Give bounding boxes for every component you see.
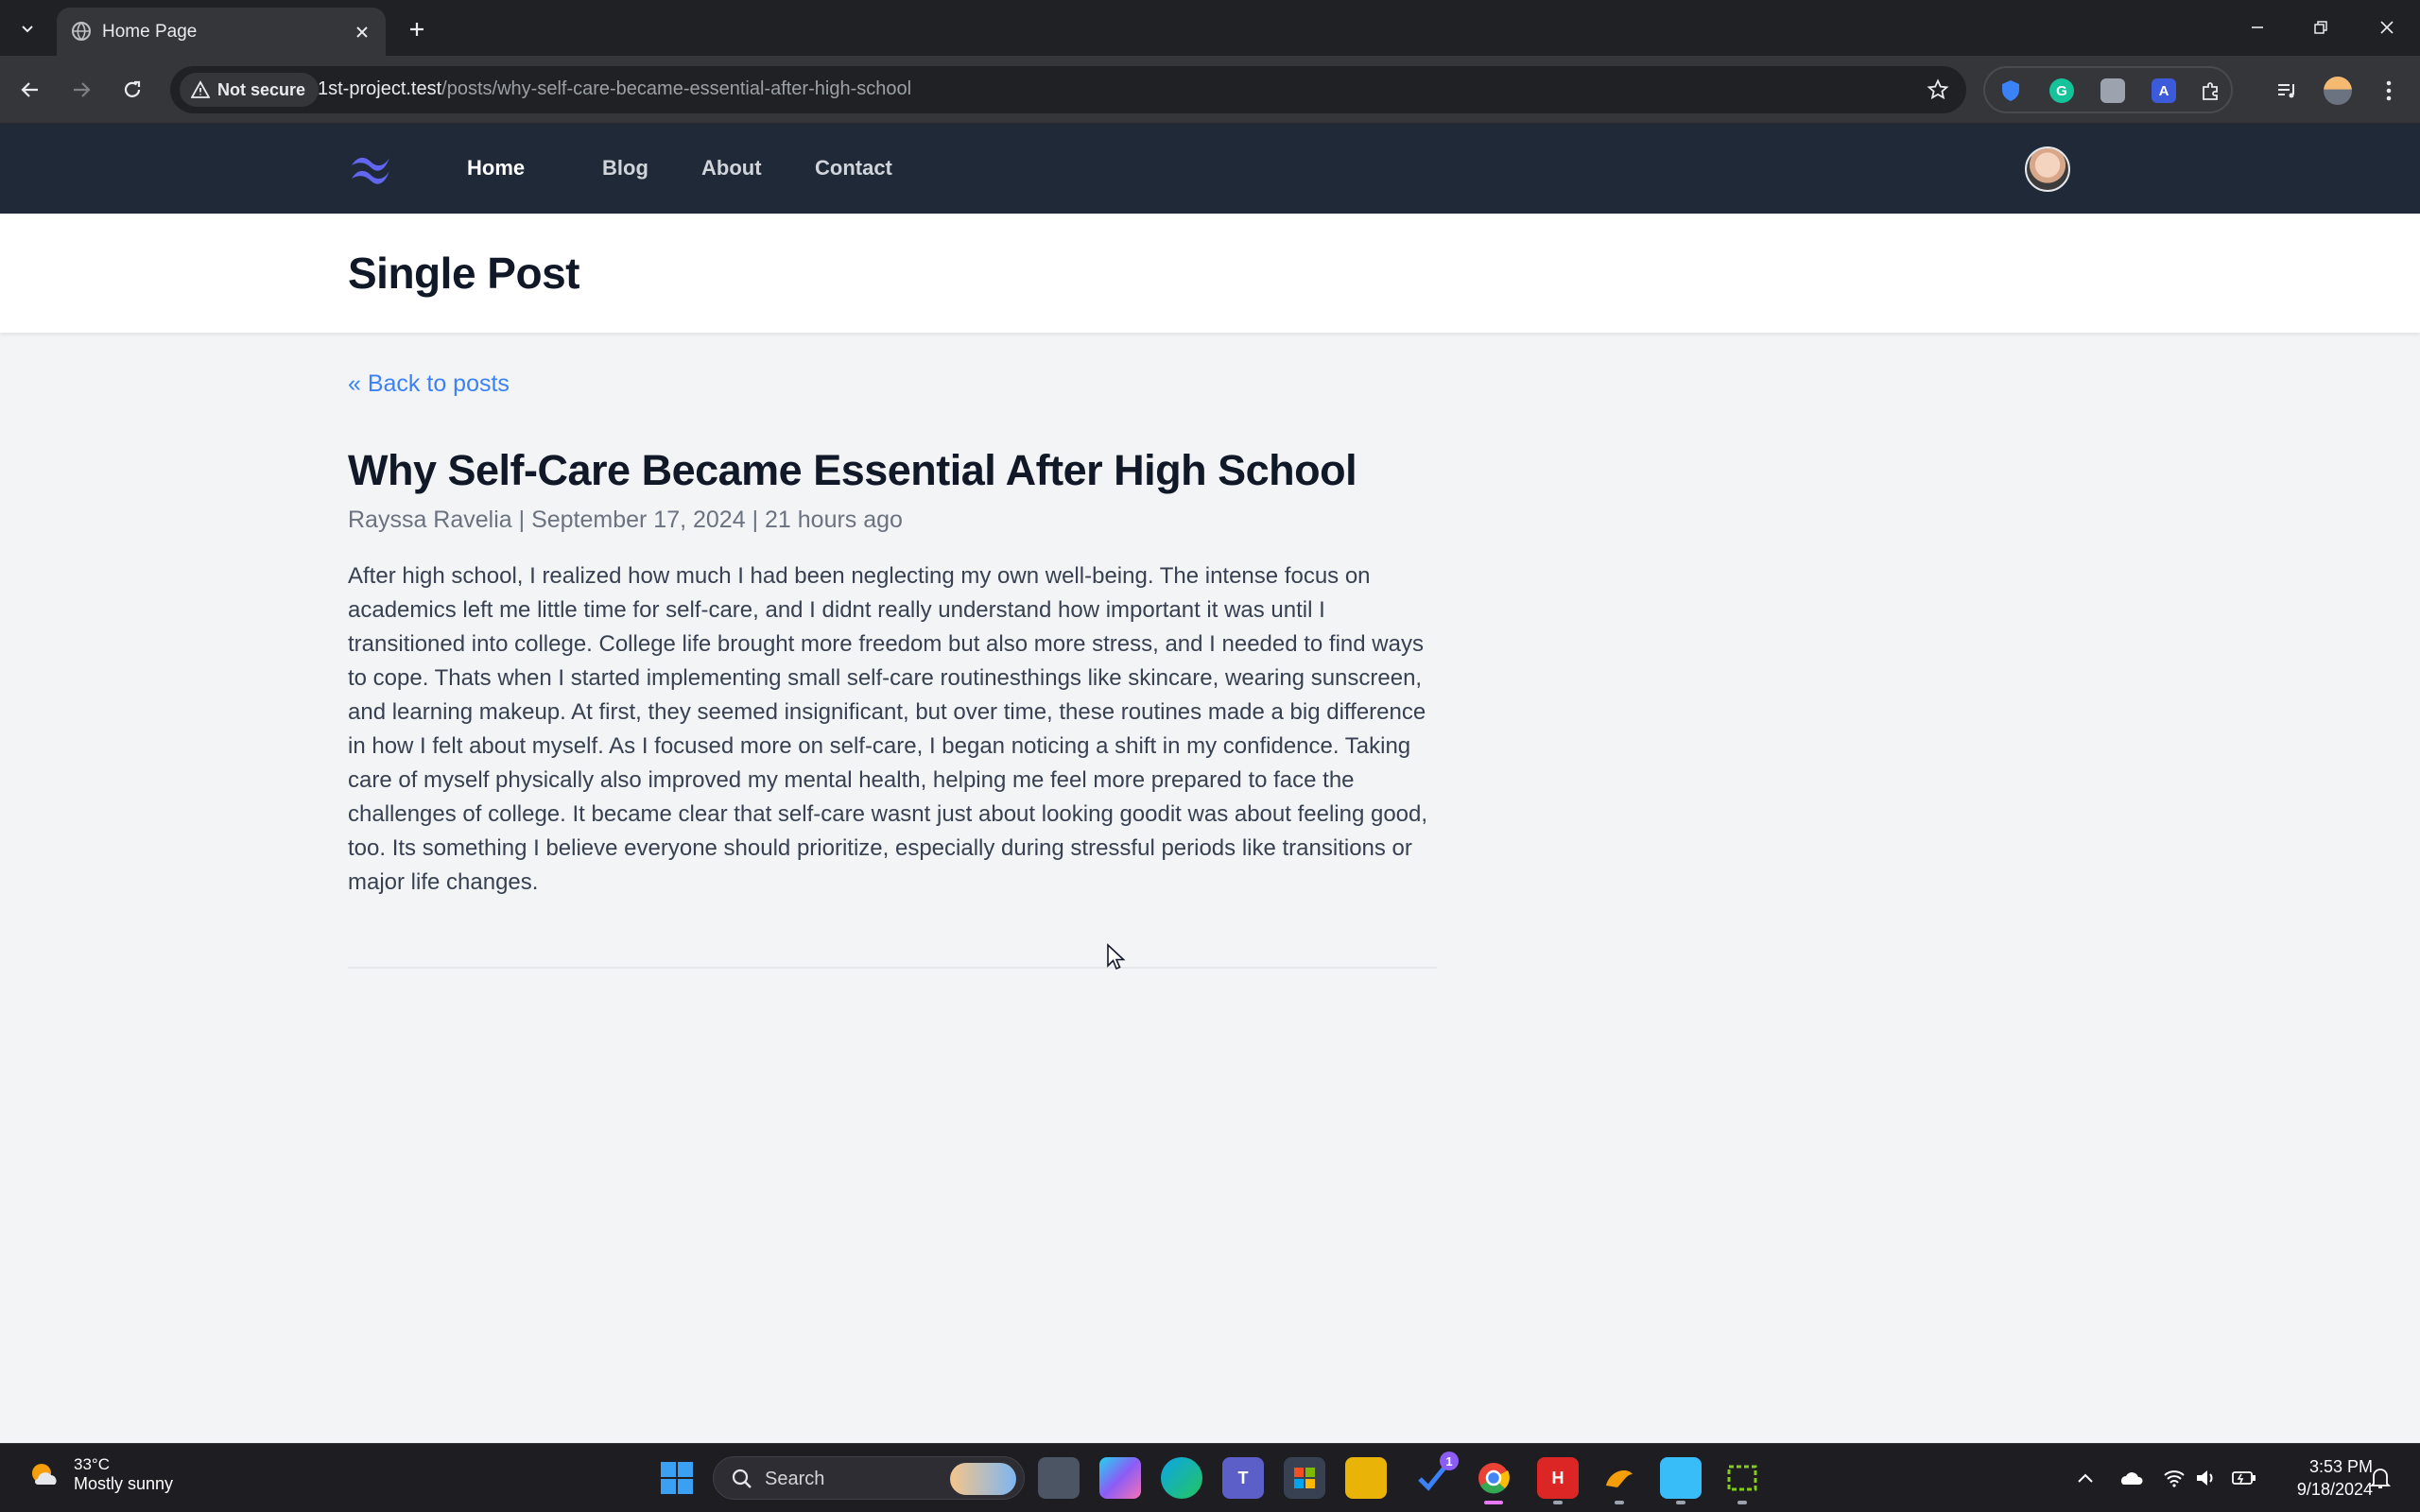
new-tab-button[interactable] <box>401 13 433 45</box>
edge-icon[interactable] <box>1161 1457 1202 1499</box>
system-clock[interactable]: 3:53 PM 9/18/2024 <box>2269 1455 2373 1501</box>
snipping-tool-icon[interactable] <box>1721 1457 1763 1504</box>
page-title: Single Post <box>348 249 579 298</box>
search-icon <box>732 1469 752 1488</box>
profile-button[interactable] <box>2322 75 2354 107</box>
browser-tab[interactable]: Home Page <box>57 8 386 56</box>
windows-icon <box>661 1462 693 1494</box>
reload-icon <box>124 80 141 97</box>
chevron-up-icon <box>2078 1473 2093 1483</box>
restore-button[interactable] <box>2292 9 2349 45</box>
notepad-icon[interactable] <box>1660 1457 1702 1504</box>
post-body: After high school, I realized how much I… <box>348 563 1428 895</box>
extensions-menu-button[interactable] <box>2199 78 2223 103</box>
mouse-cursor-icon <box>1107 943 1126 971</box>
task-view-icon[interactable] <box>1038 1457 1080 1499</box>
battery-icon[interactable] <box>2231 1465 2257 1491</box>
store-icon[interactable] <box>1284 1457 1325 1499</box>
puzzle-icon <box>2203 82 2218 100</box>
browser-tab-bar: Home Page <box>0 0 2420 56</box>
warning-icon <box>191 80 210 98</box>
chevron-down-icon <box>22 26 33 33</box>
extension-puzzle-tile-icon[interactable] <box>2100 78 2125 103</box>
start-button[interactable] <box>656 1457 698 1499</box>
app-yellow-icon[interactable] <box>1599 1457 1640 1504</box>
windows-taskbar: 33°C Mostly sunny Search T 1 H 3:53 PM 9… <box>0 1443 2420 1512</box>
plus-icon <box>410 23 424 36</box>
search-highlight-icon <box>950 1463 1016 1495</box>
tray-overflow-button[interactable] <box>2072 1465 2099 1491</box>
grammarly-icon[interactable]: G <box>2049 78 2074 103</box>
media-control-button[interactable] <box>2271 75 2303 107</box>
url-path: /posts/why-self-care-became-essential-af… <box>441 78 912 99</box>
queue-music-icon <box>2278 84 2294 98</box>
close-window-button[interactable] <box>2359 9 2415 45</box>
address-bar[interactable]: Not secure 1st-project.test/posts/why-se… <box>170 66 1966 113</box>
volume-icon[interactable] <box>2193 1465 2220 1491</box>
globe-icon <box>72 22 91 42</box>
minimize-icon <box>2252 26 2263 28</box>
nav-link-about[interactable]: About <box>701 156 762 180</box>
weather-desc: Mostly sunny <box>74 1474 174 1493</box>
todo-icon[interactable]: 1 <box>1411 1452 1459 1499</box>
nav-link-home[interactable]: Home <box>467 156 525 180</box>
bell-icon <box>2370 1469 2391 1488</box>
post-meta: Rayssa Ravelia | September 17, 2024 | 21… <box>348 507 903 533</box>
post-divider <box>348 967 1437 969</box>
minimize-button[interactable] <box>2229 9 2286 45</box>
taskbar-search[interactable]: Search <box>713 1456 1025 1500</box>
page-header: Single Post <box>0 214 2420 333</box>
arrow-left-icon <box>21 82 38 97</box>
url-text[interactable]: 1st-project.test/posts/why-self-care-bec… <box>318 78 911 100</box>
forward-button[interactable] <box>62 71 100 109</box>
nav-link-contact[interactable]: Contact <box>815 156 892 180</box>
security-chip[interactable]: Not secure <box>180 73 320 107</box>
user-avatar[interactable] <box>2025 146 2070 192</box>
extension-shield-icon[interactable] <box>1998 78 2023 103</box>
clock-date: 9/18/2024 <box>2296 1480 2373 1499</box>
security-label: Not secure <box>217 79 306 99</box>
star-icon <box>1927 78 1949 100</box>
tab-search-button[interactable] <box>11 13 43 43</box>
back-button[interactable] <box>11 71 49 109</box>
clock-time: 3:53 PM <box>2308 1457 2373 1476</box>
url-host: 1st-project.test <box>318 78 442 99</box>
tab-close-button[interactable] <box>350 20 374 44</box>
browser-menu-button[interactable] <box>2373 75 2405 107</box>
profile-avatar <box>2324 77 2352 105</box>
notifications-button[interactable] <box>2367 1465 2394 1491</box>
copilot-icon[interactable] <box>1099 1457 1141 1499</box>
search-label: Search <box>765 1469 825 1489</box>
tab-title: Home Page <box>102 22 198 42</box>
weather-temp: 33°C <box>74 1455 110 1473</box>
logo-icon[interactable] <box>348 152 393 184</box>
browser-toolbar: Not secure 1st-project.test/posts/why-se… <box>0 56 2420 124</box>
translate-icon[interactable]: A <box>2152 78 2176 103</box>
close-icon <box>2380 21 2394 34</box>
site-navbar: Home Blog About Contact <box>0 124 2420 214</box>
file-explorer-icon[interactable] <box>1345 1457 1387 1499</box>
post-title: Why Self-Care Became Essential After Hig… <box>348 446 1357 494</box>
back-to-posts-link[interactable]: « Back to posts <box>348 370 510 398</box>
close-icon <box>356 26 368 38</box>
nav-link-blog[interactable]: Blog <box>602 156 648 180</box>
weather-widget[interactable]: 33°C Mostly sunny <box>26 1455 173 1494</box>
sun-cloud-icon <box>32 1463 57 1485</box>
notification-badge: 1 <box>1440 1452 1459 1470</box>
chrome-icon[interactable] <box>1473 1457 1514 1504</box>
wifi-icon[interactable] <box>2161 1465 2187 1491</box>
more-vertical-icon <box>2386 80 2392 101</box>
teams-icon[interactable]: T <box>1222 1457 1264 1499</box>
heidisql-icon[interactable]: H <box>1537 1457 1579 1504</box>
arrow-right-icon <box>74 82 91 97</box>
reload-button[interactable] <box>113 71 151 109</box>
onedrive-icon[interactable] <box>2118 1465 2144 1491</box>
extensions-group: G A <box>1983 66 2233 113</box>
restore-icon <box>2314 21 2327 34</box>
bookmark-button[interactable] <box>1925 77 1951 103</box>
